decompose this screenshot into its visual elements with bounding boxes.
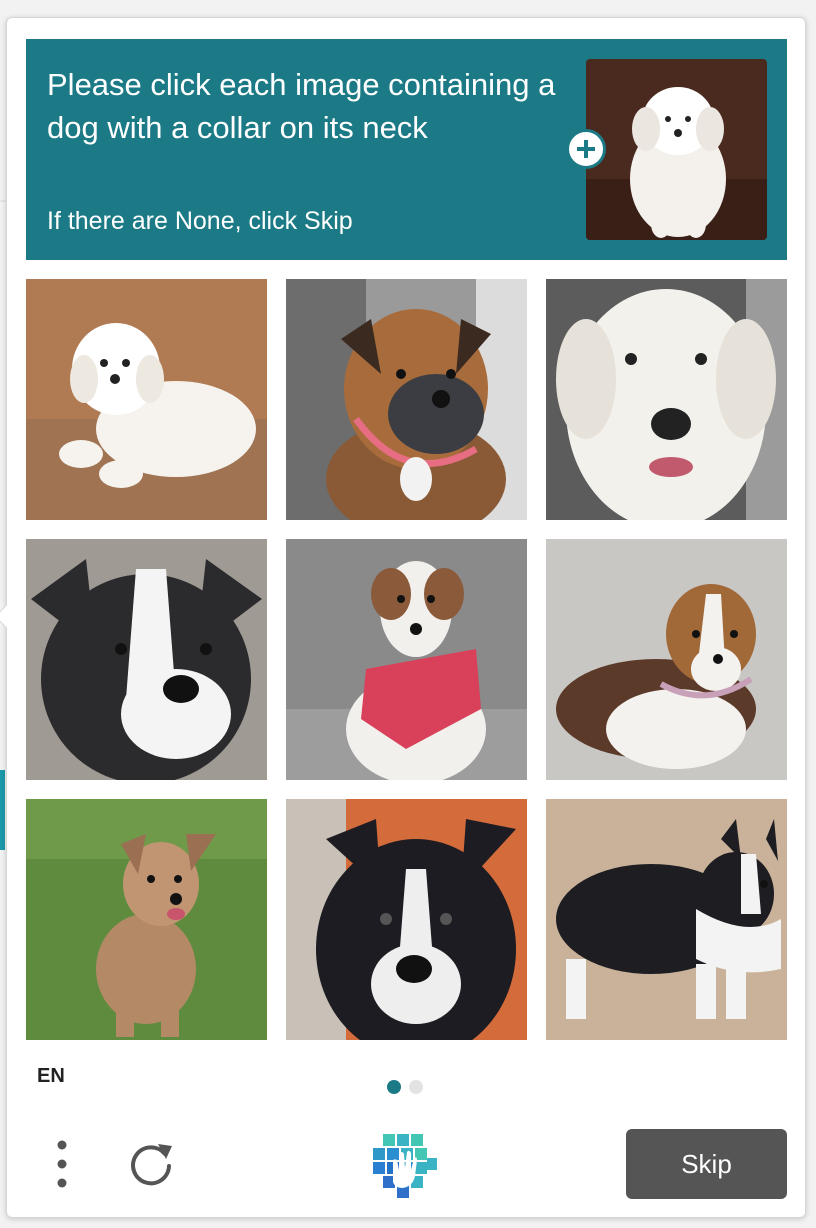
page-dot-active[interactable]: [387, 1080, 401, 1094]
tile-white-retriever[interactable]: [546, 279, 787, 520]
page-dot-inactive[interactable]: [409, 1080, 423, 1094]
tile-tan-dog-grass[interactable]: [26, 799, 267, 1040]
prompt-subtitle: If there are None, click Skip: [47, 207, 353, 235]
page-indicator: [387, 1080, 423, 1094]
tile-white-fluffy-dog-lying[interactable]: [26, 279, 267, 520]
tile-black-white-collie-standing[interactable]: [546, 799, 787, 1040]
image-grid: [26, 279, 787, 1040]
tile-sheltie-collar[interactable]: [546, 539, 787, 780]
tile-black-white-collie-closeup[interactable]: [286, 799, 527, 1040]
example-image[interactable]: [586, 59, 767, 240]
tile-dog-red-harness[interactable]: [286, 539, 527, 780]
language-selector[interactable]: EN: [37, 1065, 65, 1088]
tile-boxer-pink-collar[interactable]: [286, 279, 527, 520]
skip-button[interactable]: Skip: [626, 1129, 787, 1199]
tile-black-white-bulldog[interactable]: [26, 539, 267, 780]
hcaptcha-logo-icon[interactable]: [369, 1130, 439, 1200]
more-vertical-icon[interactable]: [51, 1138, 73, 1190]
captcha-challenge-panel: Please click each image containing a dog…: [0, 17, 806, 1218]
prompt-title: Please click each image containing a dog…: [47, 67, 556, 145]
prompt-banner: Please click each image containing a dog…: [26, 39, 787, 260]
plus-circle-icon[interactable]: [566, 129, 606, 169]
refresh-icon[interactable]: [125, 1136, 177, 1188]
panel-pointer: [0, 604, 19, 629]
background-accent: [0, 770, 5, 850]
